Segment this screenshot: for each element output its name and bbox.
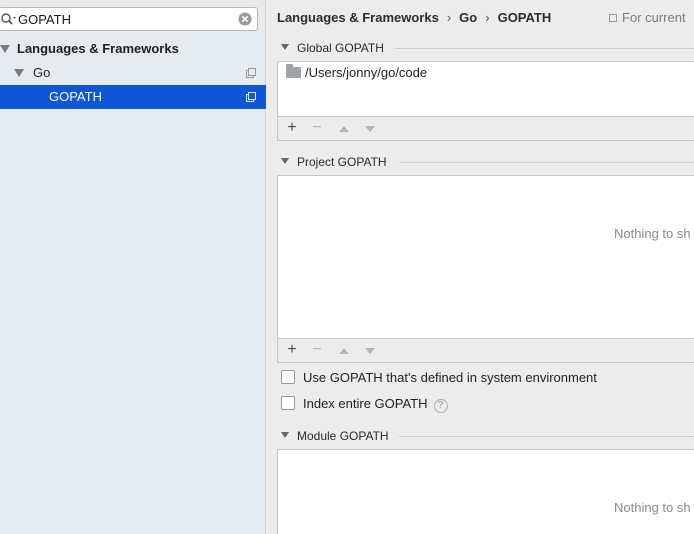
clear-search-icon[interactable] [238, 12, 252, 26]
folder-icon [286, 64, 301, 78]
breadcrumb: Languages & Frameworks › Go › GOPATH [277, 10, 551, 25]
empty-state-text: Nothing to sh [614, 500, 691, 515]
add-path-button[interactable]: + [283, 119, 301, 137]
global-gopath-header[interactable]: Global GOPATH [281, 41, 384, 55]
breadcrumb-item: Go [459, 10, 478, 25]
global-gopath-toolbar: + − [277, 117, 694, 141]
tree-item-go[interactable]: Go [0, 61, 266, 85]
scope-label: For current [622, 10, 686, 25]
global-gopath-list[interactable]: /Users/jonny/go/code [277, 61, 694, 117]
move-up-icon[interactable] [339, 126, 349, 132]
path-label: /Users/jonny/go/code [305, 65, 428, 80]
tree-item-label: GOPATH [49, 89, 102, 104]
search-input[interactable]: GOPATH [18, 12, 71, 27]
project-gopath-toolbar: + − [277, 339, 694, 363]
list-item[interactable]: /Users/jonny/go/code [286, 64, 428, 80]
module-gopath-header[interactable]: Module GOPATH [281, 429, 389, 443]
empty-state-text: Nothing to sh [614, 226, 691, 241]
section-title: Project GOPATH [297, 155, 387, 169]
divider [395, 48, 694, 49]
add-path-button[interactable]: + [283, 341, 301, 359]
breadcrumb-separator-icon: › [485, 10, 490, 25]
search-field[interactable]: GOPATH [0, 7, 258, 31]
search-icon[interactable] [0, 11, 16, 27]
checkbox-label: Index entire GOPATH [303, 396, 428, 411]
expand-arrow-icon[interactable] [0, 45, 10, 53]
project-scope-icon [246, 68, 256, 78]
settings-content: Languages & Frameworks › Go › GOPATH For cur… [267, 0, 694, 534]
move-down-icon[interactable] [365, 348, 375, 354]
use-system-gopath-option[interactable]: Use GOPATH that's defined in system envi… [281, 370, 597, 385]
tree-item-label: Languages & Frameworks [17, 41, 179, 56]
breadcrumb-item: GOPATH [497, 10, 552, 25]
divider [399, 162, 694, 163]
collapse-arrow-icon[interactable] [281, 432, 289, 438]
index-entire-gopath-option[interactable]: Index entire GOPATH? [281, 396, 448, 413]
remove-path-button[interactable]: − [308, 119, 326, 137]
section-title: Module GOPATH [297, 429, 389, 443]
tree-item-gopath[interactable]: GOPATH [0, 85, 266, 109]
move-down-icon[interactable] [365, 126, 375, 132]
breadcrumb-separator-icon: › [446, 10, 452, 25]
index-entire-gopath-checkbox[interactable] [281, 396, 295, 410]
collapse-arrow-icon[interactable] [281, 44, 289, 50]
use-system-gopath-checkbox[interactable] [281, 370, 295, 384]
divider [399, 436, 694, 437]
help-icon[interactable]: ? [433, 399, 448, 413]
section-title: Global GOPATH [297, 41, 384, 55]
breadcrumb-item: Languages & Frameworks [277, 10, 439, 25]
remove-path-button[interactable]: − [308, 341, 326, 359]
move-up-icon[interactable] [339, 348, 349, 354]
project-gopath-list[interactable]: Nothing to sh [277, 175, 694, 339]
expand-arrow-icon[interactable] [14, 69, 24, 77]
project-scope-icon [246, 92, 256, 102]
tree-item-languages-frameworks[interactable]: Languages & Frameworks [0, 37, 266, 61]
project-gopath-header[interactable]: Project GOPATH [281, 155, 387, 169]
module-gopath-list[interactable]: Nothing to sh [277, 449, 694, 534]
project-scope-icon [609, 14, 617, 22]
collapse-arrow-icon[interactable] [281, 158, 289, 164]
tree-item-label: Go [33, 65, 51, 80]
scope-indicator: For current [609, 10, 686, 25]
checkbox-label: Use GOPATH that's defined in system envi… [303, 370, 597, 385]
settings-sidebar: GOPATH Languages & Frameworks Go GOPATH [0, 0, 266, 534]
